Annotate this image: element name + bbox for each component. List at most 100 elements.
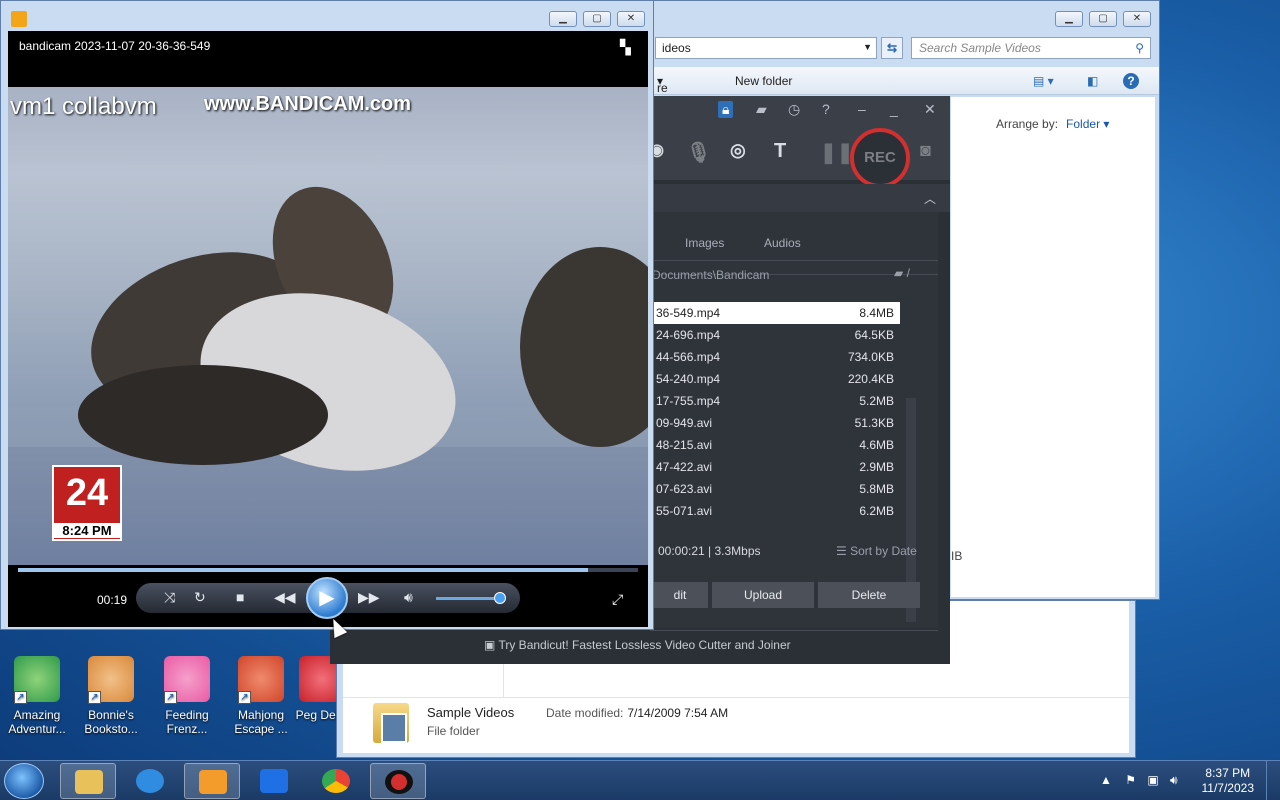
previous-icon[interactable]: ◀◀ <box>274 589 296 606</box>
search-placeholder: Search Sample Videos <box>919 41 1041 55</box>
fullscreen-icon[interactable]: ⤢ <box>612 591 623 608</box>
minimize-button[interactable]: ▁ <box>549 11 577 27</box>
media-player-window: ▁ ▢ ✕ bandicam 2023-11-07 20-36-36-549 ▚… <box>0 0 654 630</box>
dropbox-task[interactable] <box>246 763 302 799</box>
chrome-task[interactable] <box>308 763 364 799</box>
player-app-icon <box>11 11 27 27</box>
shortcut-arrow-icon: ↗ <box>88 691 101 704</box>
shuffle-icon[interactable]: ⤨ <box>164 589 175 606</box>
play-button[interactable]: ▶ <box>306 577 348 619</box>
ie-task[interactable] <box>122 763 178 799</box>
delete-button[interactable]: Delete <box>818 582 920 608</box>
view-icon[interactable]: ▤ ▾ <box>1033 74 1054 88</box>
list-item[interactable]: Sample Videos Date modified: 7/14/2009 7:… <box>369 699 729 749</box>
file-row[interactable]: 07-623.avi 5.8MB <box>652 478 900 500</box>
output-path: Documents\Bandicam <box>652 268 770 282</box>
volume-slider[interactable] <box>436 597 502 600</box>
video-screen: bandicam 2023-11-07 20-36-36-549 ▚ vm1 c… <box>8 31 648 627</box>
seek-bar[interactable] <box>18 568 638 572</box>
tab-audios[interactable]: Audios <box>764 236 801 250</box>
volume-knob[interactable] <box>494 592 506 604</box>
screenshot-icon[interactable]: ◙ <box>920 140 931 161</box>
chrome-icon <box>322 769 350 793</box>
folder-icon[interactable]: ▰ <box>756 101 767 118</box>
stop-icon[interactable]: ■ <box>236 589 244 605</box>
file-row[interactable]: 48-215.avi 4.6MB <box>652 434 900 456</box>
file-row[interactable]: 09-949.avi 51.3KB <box>652 412 900 434</box>
file-row[interactable]: 47-422.avi 2.9MB <box>652 456 900 478</box>
file-row-selected[interactable]: 36-549.mp4 8.4MB <box>652 302 900 324</box>
system-tray: ▲ ⚑ ▣ 🔊︎ <box>1100 773 1178 788</box>
clock-icon[interactable]: ◷ <box>788 101 800 118</box>
help-icon[interactable]: ? <box>1123 73 1139 89</box>
pause-icon[interactable]: ❚❚ <box>820 140 854 165</box>
bandicam-task[interactable] <box>370 763 426 799</box>
desktop-icon-amazing-adventures[interactable]: ↗ Amazing Adventur... <box>2 656 72 736</box>
volume-icon[interactable]: 🔊︎ <box>404 589 413 606</box>
system-clock[interactable]: 8:37 PM 11/7/2023 <box>1202 766 1255 796</box>
show-desktop-button[interactable] <box>1266 761 1280 800</box>
share-with-button[interactable]: re with ▾ <box>657 74 678 109</box>
video-frame[interactable]: vm1 collabvm www.BANDICAM.com 24 8:24 PM <box>8 87 648 565</box>
address-text: ideos <box>662 41 691 55</box>
elapsed-time: 00:19 <box>97 593 128 607</box>
desktop-icon-mahjong-escape[interactable]: ↗ Mahjong Escape ... <box>226 656 296 736</box>
tab-images[interactable]: Images <box>685 236 724 250</box>
desktop-icon-label: Feeding Frenz... <box>165 708 209 736</box>
repeat-icon[interactable]: ↻ <box>194 589 206 606</box>
channel-logo: 24 8:24 PM <box>52 465 122 541</box>
text-icon[interactable]: T <box>774 140 786 163</box>
cursor-effect-icon[interactable]: ◎ <box>730 140 746 161</box>
chevron-up-icon[interactable]: ︿ <box>924 190 936 207</box>
maximize-button[interactable]: ▢ <box>1089 11 1117 27</box>
close-icon[interactable]: ✕ <box>924 101 936 118</box>
media-player-task[interactable] <box>184 763 240 799</box>
sort-button[interactable]: ☰ Sort by Date <box>836 544 917 558</box>
address-bar[interactable]: ideos ▼ <box>655 37 877 59</box>
refresh-icon[interactable]: ⇆ <box>881 37 903 59</box>
microphone-muted-icon[interactable]: 🎙︎ <box>686 140 711 165</box>
seek-progress <box>18 568 589 572</box>
chat-icon: ▣ <box>484 638 496 652</box>
file-row[interactable]: 54-240.mp4 220.4KB <box>652 368 900 390</box>
preview-pane-icon[interactable]: ◧ <box>1087 74 1098 88</box>
close-button[interactable]: ✕ <box>617 11 645 27</box>
volume-icon[interactable]: 🔊︎ <box>1170 773 1178 787</box>
lock-icon[interactable]: 🔒︎ <box>718 101 734 118</box>
minimize-button[interactable]: _ <box>890 101 898 117</box>
maximize-button[interactable]: ▢ <box>583 11 611 27</box>
upload-button[interactable]: Upload <box>712 582 814 608</box>
clock-time: 8:37 PM <box>1205 766 1251 780</box>
arrange-by-value[interactable]: Folder <box>1066 117 1100 131</box>
search-icon[interactable]: ⚲ <box>1135 41 1144 55</box>
media-player-icon <box>199 770 227 794</box>
close-button[interactable]: ✕ <box>1123 11 1151 27</box>
file-row[interactable]: 44-566.mp4 734.0KB <box>652 346 900 368</box>
rec-button[interactable]: REC <box>850 128 910 188</box>
explorer-task[interactable] <box>60 763 116 799</box>
shortcut-arrow-icon: ↗ <box>164 691 177 704</box>
compass-icon: ↗ <box>14 656 60 704</box>
new-folder-button[interactable]: New folder <box>735 74 792 88</box>
desktop-icon-feeding-frenzy[interactable]: ↗ Feeding Frenz... <box>152 656 222 736</box>
show-hidden-icons[interactable]: ▲ <box>1100 773 1112 787</box>
arrange-by[interactable]: Arrange by: Folder ▾ <box>996 117 1109 131</box>
switch-view-icon[interactable]: ▚ <box>620 39 631 56</box>
start-button[interactable] <box>4 763 44 799</box>
file-row[interactable]: 24-696.mp4 64.5KB <box>652 324 900 346</box>
open-folder-icon[interactable]: ▰ / <box>894 266 910 280</box>
edit-button[interactable]: dit <box>652 582 708 608</box>
desktop-icon-bonnies-bookstore[interactable]: ↗ Bonnie's Booksto... <box>76 656 146 736</box>
search-input[interactable]: Search Sample Videos ⚲ <box>911 37 1151 59</box>
chevron-down-icon[interactable]: ▼ <box>863 42 872 52</box>
help-icon[interactable]: ? <box>822 101 830 117</box>
minimize-button[interactable]: ▁ <box>1055 11 1083 27</box>
file-row[interactable]: 55-071.avi 6.2MB <box>652 500 900 522</box>
minimize-icon[interactable]: – <box>858 101 866 117</box>
next-icon[interactable]: ▶▶ <box>358 589 380 606</box>
network-icon[interactable]: ▣ <box>1147 773 1158 787</box>
status-text: 00:00:21 | 3.3Mbps <box>658 544 761 558</box>
action-center-icon[interactable]: ⚑ <box>1125 773 1136 787</box>
promo-link[interactable]: ▣ Try Bandicut! Fastest Lossless Video C… <box>484 638 791 652</box>
file-row[interactable]: 17-755.mp4 5.2MB <box>652 390 900 412</box>
